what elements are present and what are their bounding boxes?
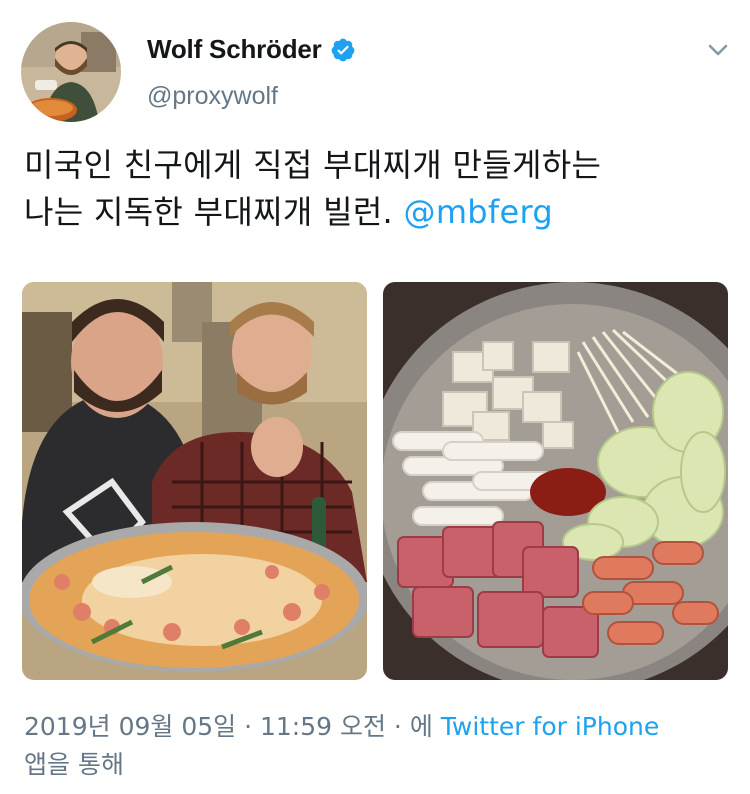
tweet-text-line-2: 나는 지독한 부대찌개 빌런. @mbferg xyxy=(24,189,734,236)
photo-raw-stew-ingredients[interactable] xyxy=(383,282,728,680)
tweet-timestamp[interactable]: 2019년 09월 05일 · 11:59 오전 · 에 xyxy=(24,712,433,741)
tweet-text-line-2-body: 나는 지독한 부대찌개 빌런. xyxy=(24,193,394,231)
chevron-down-icon[interactable] xyxy=(704,36,732,64)
user-handle[interactable]: @proxywolf xyxy=(147,82,278,111)
user-name-row[interactable]: Wolf Schröder xyxy=(147,34,356,65)
verified-badge-icon xyxy=(330,37,356,63)
source-suffix: 앱을 통해 xyxy=(24,750,124,779)
tweet-text-line-1: 미국인 친구에게 직접 부대찌개 만들게하는 xyxy=(24,146,602,184)
tweet-text: 미국인 친구에게 직접 부대찌개 만들게하는 나는 지독한 부대찌개 빌런. @… xyxy=(24,142,734,236)
photo-two-men-with-stew[interactable] xyxy=(22,282,367,680)
display-name[interactable]: Wolf Schröder xyxy=(147,34,322,65)
tweet-meta: 2019년 09월 05일 · 11:59 오전 · 에 Twitter for… xyxy=(24,708,724,784)
avatar[interactable] xyxy=(21,22,121,122)
mention-link[interactable]: @mbferg xyxy=(404,193,553,231)
source-link[interactable]: Twitter for iPhone xyxy=(441,712,659,741)
